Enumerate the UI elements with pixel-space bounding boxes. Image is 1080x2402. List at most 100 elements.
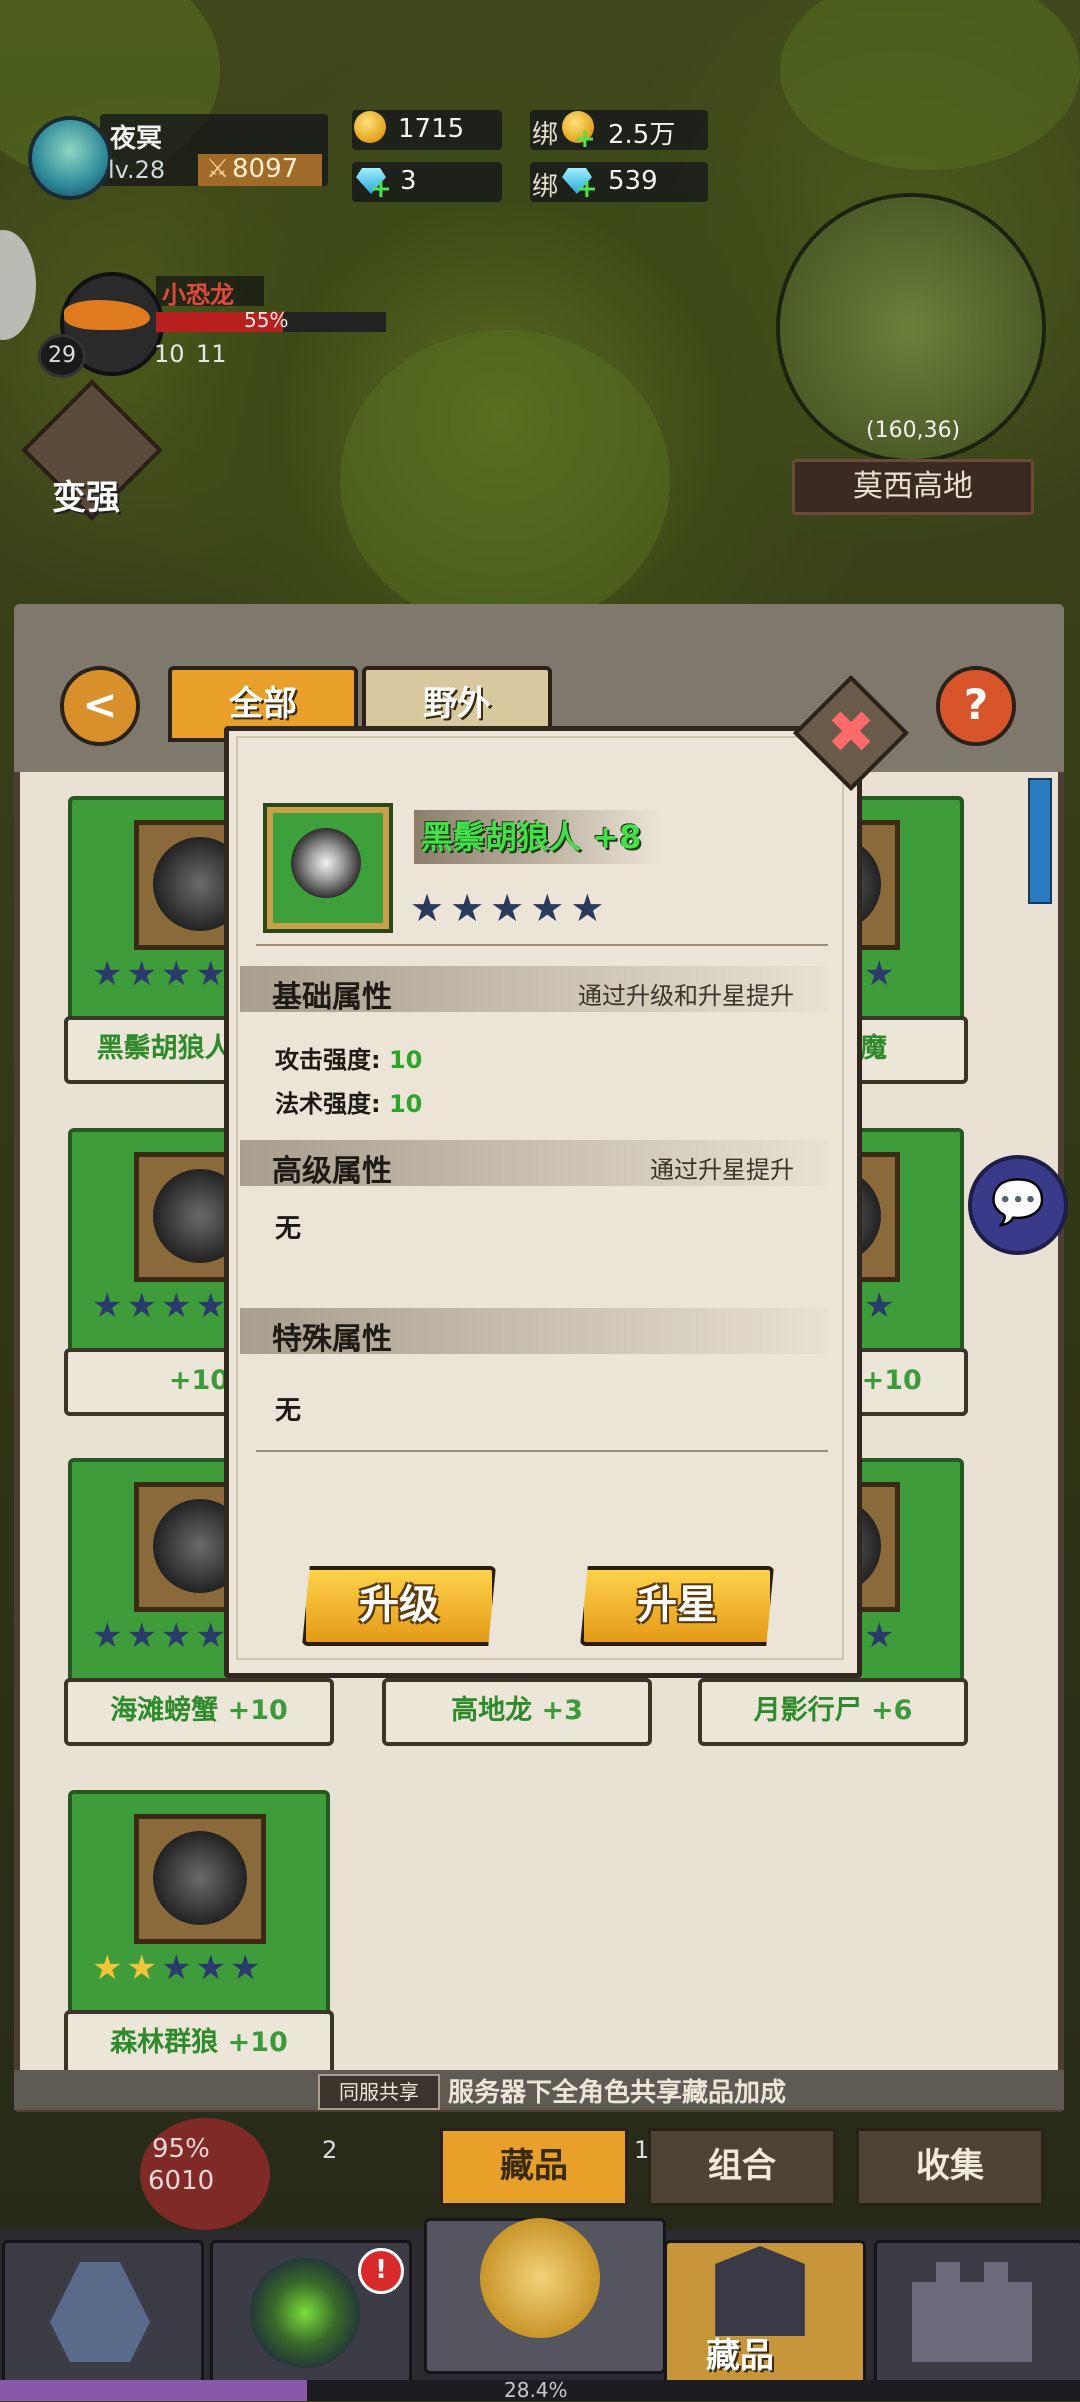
divider — [256, 944, 828, 946]
power-icon: ⚔ — [206, 154, 230, 184]
card-plus: +10 — [168, 1365, 230, 1396]
star-icon: ★ — [530, 886, 571, 930]
hp-value: 6010 — [148, 2166, 215, 2196]
card-plus: +3 — [541, 1695, 583, 1726]
advanced-none: 无 — [275, 1214, 302, 1244]
slot-count: 1 — [634, 2136, 650, 2164]
pet-name: 小恐龙 — [162, 281, 234, 309]
special-none: 无 — [275, 1396, 302, 1426]
card-plus: +6 — [870, 1695, 913, 1726]
card-label: 高地龙 +3 — [382, 1678, 652, 1746]
star-filled-icon: ★ — [92, 1948, 127, 1988]
hp-percent: 95% — [152, 2134, 210, 2164]
card-label: 森林群狼 +10 — [64, 2010, 334, 2078]
star-empty-icon: ★ — [160, 1616, 196, 1656]
section-advanced-title: 高级属性 — [272, 1154, 392, 1189]
card-plus: +10 — [861, 1365, 922, 1396]
strengthen-label[interactable]: 变强 — [52, 470, 120, 519]
hood-icon — [250, 2258, 360, 2368]
slot-count: 2 — [322, 2136, 338, 2164]
star-empty-icon: ★ — [160, 954, 196, 994]
share-text: 服务器下全角色共享藏品加成 — [448, 2078, 787, 2108]
back-button[interactable]: < — [60, 666, 140, 746]
star-icon: ★ — [490, 886, 531, 930]
star-empty-icon: ★ — [92, 954, 127, 994]
star-empty-icon: ★ — [863, 1286, 899, 1326]
star-empty-icon: ★ — [229, 1948, 265, 1988]
gem-amount: 3 — [400, 166, 417, 196]
subtab-combo[interactable]: 组合 — [648, 2128, 836, 2206]
card-label: 月影行尸 +6 — [698, 1678, 968, 1746]
add-bound-gem-icon[interactable]: + — [576, 174, 598, 204]
location-name: 莫西高地 — [792, 459, 1034, 515]
star-empty-icon: ★ — [863, 954, 899, 994]
star-filled-icon: ★ — [126, 1948, 161, 1988]
add-bound-gold-icon[interactable]: + — [574, 124, 596, 154]
card-frame — [134, 1814, 266, 1944]
monster-portrait-icon — [153, 1831, 247, 1925]
player-power: 8097 — [232, 154, 299, 184]
section-basic-hint: 通过升级和升星提升 — [578, 982, 794, 1010]
card-plus: +10 — [227, 1695, 288, 1726]
close-icon[interactable]: ✖ — [810, 692, 892, 774]
pet-progress-text: 55% — [244, 308, 289, 332]
item-stars: ★★★★★ — [410, 886, 610, 930]
item-title: 黑鬃胡狼人 +8 — [421, 818, 642, 856]
divider — [256, 1450, 828, 1452]
bound-label: 绑 — [532, 172, 559, 202]
star-empty-icon: ★ — [160, 1286, 196, 1326]
star-empty-icon: ★ — [126, 1616, 161, 1656]
star-empty-icon: ★ — [863, 1616, 899, 1656]
collection-card[interactable]: ★★★★★ 森林群狼 +10 — [64, 1790, 334, 2095]
star-empty-icon: ★ — [92, 1286, 127, 1326]
exp-progress-fill — [0, 2380, 307, 2401]
player-level: lv.28 — [108, 156, 166, 184]
section-basic-title: 基础属性 — [272, 980, 392, 1015]
section-special-title: 特殊属性 — [272, 1322, 392, 1357]
exp-progress-text: 28.4% — [504, 2378, 568, 2402]
pet-level: 29 — [38, 334, 86, 378]
upgrade-button[interactable]: 升级 — [302, 1566, 496, 1646]
tree — [340, 330, 670, 630]
star-empty-icon: ★ — [195, 1948, 230, 1988]
attr-attack: 攻击强度: 10 — [275, 1046, 423, 1074]
star-up-button[interactable]: 升星 — [580, 1566, 774, 1646]
nav-collection-label: 藏品 — [706, 2336, 774, 2376]
card-plus: +10 — [227, 2027, 288, 2058]
card-name: 森林群狼 — [110, 2027, 219, 2058]
star-empty-icon: ★ — [160, 1948, 196, 1988]
star-empty-icon: ★ — [92, 1616, 127, 1656]
gold-coin-icon — [354, 111, 386, 143]
add-gem-icon[interactable]: + — [370, 174, 392, 204]
section-advanced-hint: 通过升星提升 — [650, 1156, 794, 1184]
battle-mascot-icon — [480, 2218, 600, 2338]
alert-badge: ! — [358, 2248, 404, 2294]
card-label: 海滩螃蟹 +10 — [64, 1678, 334, 1746]
gold-amount: 1715 — [398, 114, 465, 144]
card-name: 月影行尸 — [753, 1695, 862, 1726]
scrollbar[interactable] — [1028, 778, 1052, 904]
star-icon: ★ — [410, 886, 451, 930]
star-icon: ★ — [450, 886, 491, 930]
bound-gem-amount: 539 — [608, 166, 658, 196]
card-name: 海滩螃蟹 — [110, 1695, 219, 1726]
card-name: 黑鬃胡狼人 — [96, 1033, 232, 1064]
help-button[interactable]: ? — [936, 666, 1016, 746]
pet-stat-a: 10 — [154, 340, 185, 368]
pet-stat-b: 11 — [196, 340, 227, 368]
card-name: 高地龙 — [451, 1695, 533, 1726]
attr-spell: 法术强度: 10 — [275, 1090, 423, 1118]
subtab-collection[interactable]: 藏品 — [440, 2128, 628, 2206]
subtab-gather[interactable]: 收集 — [856, 2128, 1044, 2206]
bound-label: 绑 — [532, 120, 559, 150]
card-stars: ★★★★★ — [92, 1948, 302, 1988]
star-empty-icon: ★ — [126, 1286, 161, 1326]
bound-gold-amount: 2.5万 — [608, 120, 676, 150]
share-tag: 同服共享 — [318, 2074, 440, 2110]
map-coordinates: (160,36) — [866, 418, 961, 443]
player-name: 夜冥 — [110, 124, 163, 154]
star-empty-icon: ★ — [126, 954, 161, 994]
player-avatar[interactable] — [28, 116, 112, 200]
star-icon: ★ — [570, 886, 611, 930]
chat-icon[interactable]: 💬 — [968, 1155, 1068, 1255]
